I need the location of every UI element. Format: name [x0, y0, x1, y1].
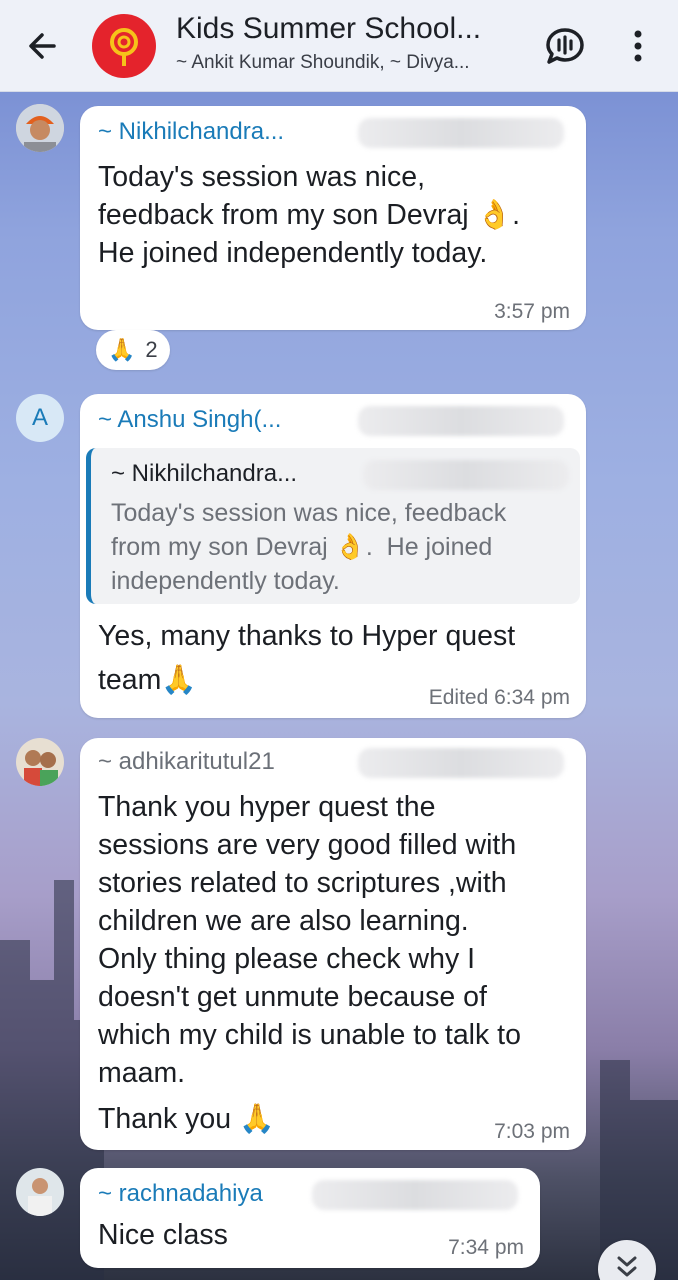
user-photo-icon: [16, 104, 64, 152]
avatar[interactable]: A: [16, 394, 64, 442]
chat-title-area[interactable]: Kids Summer School... ~ Ankit Kumar Shou…: [176, 12, 526, 74]
sender-name[interactable]: ~ Anshu Singh(...: [98, 406, 281, 434]
blurred-phone-number: [312, 1180, 518, 1210]
back-button[interactable]: [24, 28, 60, 64]
message-text: Today's session was nice, feedback from …: [98, 158, 578, 272]
avatar[interactable]: [16, 1168, 64, 1216]
quoted-line: from my son Devraj 👌. He joined: [111, 530, 581, 564]
quoted-text: Today's session was nice, feedback from …: [111, 496, 581, 598]
blurred-phone-number: [363, 460, 569, 490]
group-avatar[interactable]: [92, 14, 156, 78]
avatar-letter: A: [31, 404, 48, 431]
message-line: Thank you hyper quest the: [98, 791, 436, 823]
message-bubble[interactable]: ~ Nikhilchandra... Today's session was n…: [80, 106, 586, 330]
message-line-text: Thank you: [98, 1103, 232, 1135]
message-line-text: feedback from my son Devraj: [98, 199, 469, 231]
message-line: doesn't get unmute because of: [98, 981, 487, 1013]
ok-hand-emoji: 👌: [476, 198, 513, 231]
message-text: Thank you hyper quest the sessions are v…: [98, 788, 578, 1138]
message-line-text: team: [98, 664, 162, 696]
chat-title: Kids Summer School...: [176, 12, 482, 45]
message-line: He joined independently today.: [98, 237, 488, 269]
quoted-line: independently today.: [111, 567, 340, 595]
group-logo-icon: [110, 28, 138, 66]
chat-members: ~ Ankit Kumar Shoundik, ~ Divya...: [176, 52, 470, 73]
folded-hands-emoji: 🙏: [108, 337, 136, 363]
message-time: 7:34 pm: [448, 1236, 524, 1259]
message-time: 3:57 pm: [494, 300, 570, 323]
quoted-line: Today's session was nice, feedback: [111, 499, 507, 527]
sender-name[interactable]: ~ adhikaritutul21: [98, 748, 275, 776]
message-time: 7:03 pm: [494, 1120, 570, 1143]
avatar[interactable]: [16, 104, 64, 152]
voice-chat-icon: [546, 28, 584, 64]
message-text: Nice class: [98, 1219, 228, 1251]
message-line: stories related to scriptures ,with: [98, 867, 507, 899]
ok-hand-emoji: 👌: [334, 532, 366, 561]
reaction-count: 2: [145, 337, 158, 362]
quoted-line-tail: . He joined: [365, 533, 493, 561]
user-photo-icon: [16, 1168, 64, 1216]
folded-hands-emoji: 🙏: [161, 663, 197, 696]
message-line: feedback from my son Devraj 👌.: [98, 196, 578, 234]
quoted-message[interactable]: ~ Nikhilchandra... Today's session was n…: [86, 448, 580, 604]
blurred-phone-number: [358, 118, 564, 148]
message-line: which my child is unable to talk to: [98, 1019, 521, 1051]
avatar[interactable]: [16, 738, 64, 786]
blurred-phone-number: [358, 748, 564, 778]
more-vert-icon: [634, 30, 642, 62]
arrow-left-icon: [29, 33, 56, 59]
message-bubble[interactable]: ~ rachnadahiya Nice class 7:34 pm: [80, 1168, 540, 1268]
message-line: sessions are very good filled with: [98, 829, 517, 861]
message-line: Yes, many thanks to Hyper quest: [98, 620, 516, 652]
sender-name[interactable]: ~ Nikhilchandra...: [98, 118, 284, 146]
chat-header: Kids Summer School... ~ Ankit Kumar Shou…: [0, 0, 678, 92]
sender-name[interactable]: ~ rachnadahiya: [98, 1180, 263, 1208]
quoted-sender: ~ Nikhilchandra...: [111, 460, 298, 487]
message-line: maam.: [98, 1057, 186, 1089]
message-bubble[interactable]: ~ adhikaritutul21 Thank you hyper quest …: [80, 738, 586, 1150]
message-line: Only thing please check why I: [98, 943, 476, 975]
user-photo-icon: [16, 738, 64, 786]
scroll-to-bottom-button[interactable]: [598, 1240, 656, 1280]
message-line: children we are also learning.: [98, 905, 469, 937]
chevron-double-down-icon: [617, 1256, 637, 1277]
quoted-line-text: from my son Devraj: [111, 533, 328, 561]
message-time: Edited 6:34 pm: [428, 686, 570, 709]
more-options-button[interactable]: [626, 26, 650, 66]
voice-chat-button[interactable]: [544, 26, 586, 66]
folded-hands-emoji: 🙏: [239, 1102, 275, 1135]
reaction-chip[interactable]: 🙏 2: [96, 330, 170, 370]
blurred-phone-number: [358, 406, 564, 436]
message-bubble[interactable]: ~ Anshu Singh(... ~ Nikhilchandra... Tod…: [80, 394, 586, 718]
message-line: Today's session was nice,: [98, 161, 426, 193]
message-line-tail: .: [512, 199, 520, 231]
